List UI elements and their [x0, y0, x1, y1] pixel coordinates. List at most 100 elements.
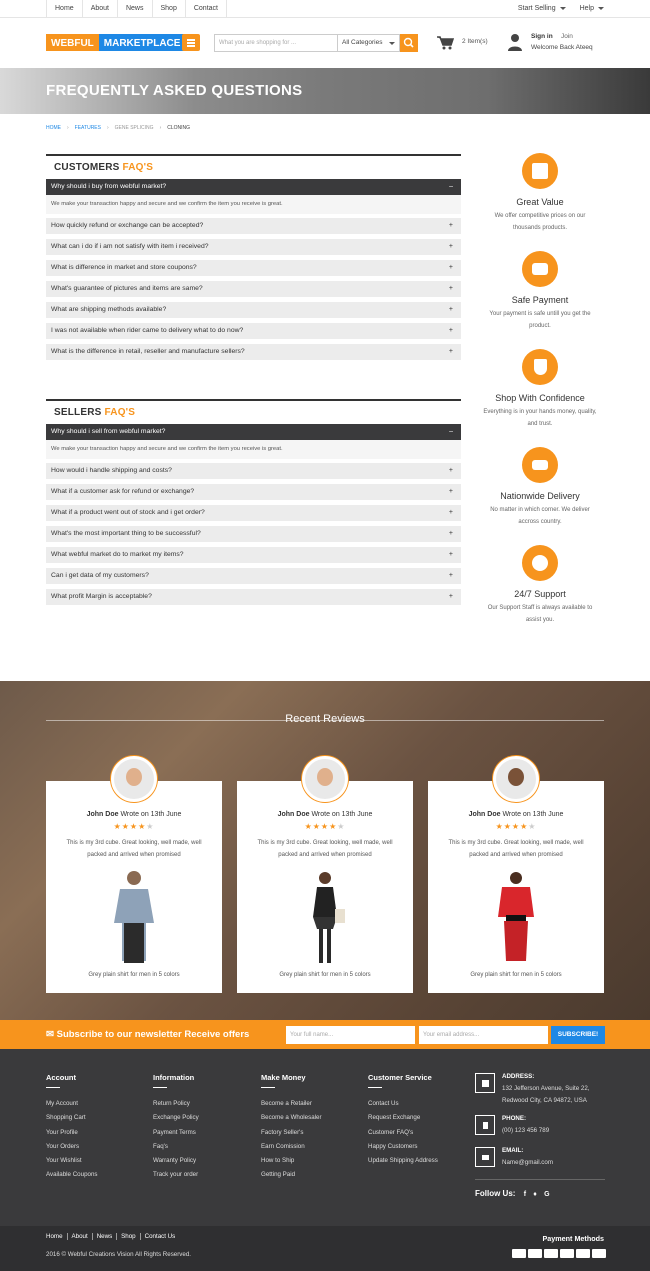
- welcome-text: Welcome Back Ateeq: [531, 44, 593, 51]
- footer-link[interactable]: How to Ship: [261, 1154, 322, 1168]
- footer-link[interactable]: My Account: [46, 1097, 98, 1111]
- topnav-about[interactable]: About: [83, 0, 118, 18]
- review-author: John Doe Wrote on 13th June: [46, 811, 222, 818]
- faq-question[interactable]: What's guarantee of pictures and items a…: [46, 281, 461, 297]
- faq-question[interactable]: What if a customer ask for refund or exc…: [46, 484, 461, 500]
- faq-answer: We make your transaction happy and secur…: [46, 440, 461, 459]
- faq-question-text: What profit Margin is acceptable?: [51, 593, 152, 600]
- category-select[interactable]: All Categories: [338, 34, 400, 52]
- chevron-down-icon: [559, 6, 566, 10]
- footer-link[interactable]: Become a Wholesaler: [261, 1111, 322, 1125]
- review-text: This is my 3rd cube. Great looking, well…: [257, 840, 393, 858]
- footer-link[interactable]: Getting Paid: [261, 1168, 322, 1182]
- bottom-nav-contact[interactable]: Contact Us: [141, 1233, 180, 1240]
- phone-icon: [475, 1115, 495, 1135]
- email-label: EMAIL:: [502, 1147, 524, 1154]
- bottom-nav-shop[interactable]: Shop: [117, 1233, 141, 1240]
- faq-question[interactable]: What webful market do to market my items…: [46, 547, 461, 563]
- sellers-faq-accent: FAQ'S: [104, 407, 136, 418]
- breadcrumb-features[interactable]: FEATURES: [75, 125, 101, 131]
- faq-question[interactable]: What profit Margin is acceptable? +: [46, 589, 461, 605]
- footer-link[interactable]: Faq's: [153, 1140, 199, 1154]
- footer-link[interactable]: Your Profile: [46, 1126, 98, 1140]
- breadcrumb-home[interactable]: HOME: [46, 125, 61, 131]
- bottom-nav-about[interactable]: About: [68, 1233, 93, 1240]
- faq-question[interactable]: Can i get data of my customers? +: [46, 568, 461, 584]
- name-input[interactable]: Your full name...: [286, 1026, 415, 1044]
- twitter-icon[interactable]: ♦: [533, 1191, 537, 1198]
- faq-question[interactable]: What are shipping methods available? +: [46, 302, 461, 318]
- faq-question[interactable]: What if a product went out of stock and …: [46, 505, 461, 521]
- logo[interactable]: WEBFUL MARKETPLACE: [46, 34, 186, 51]
- topnav-shop[interactable]: Shop: [153, 0, 186, 18]
- review-date: Wrote on 13th June: [311, 811, 373, 818]
- faq-question-active[interactable]: Why should i sell from webful market? –: [46, 424, 461, 440]
- footer-link[interactable]: Earn Comission: [261, 1140, 322, 1154]
- review-card: John Doe Wrote on 13th June ★★★★★ This i…: [237, 756, 413, 993]
- faq-question-text: What webful market do to market my items…: [51, 551, 184, 558]
- follow-label: Follow Us:: [475, 1189, 516, 1198]
- topnav-home[interactable]: Home: [46, 0, 83, 18]
- faq-question-text: How would i handle shipping and costs?: [51, 467, 172, 474]
- sign-in-link[interactable]: Sign in: [531, 33, 553, 40]
- help-dropdown[interactable]: Help: [580, 0, 604, 18]
- visa-icon: [528, 1249, 542, 1258]
- copyright: 2016 © Webful Creations Vision All Right…: [46, 1251, 191, 1258]
- maestro-icon: [560, 1249, 574, 1258]
- customers-faq: CUSTOMERS FAQ'S Why should i buy from we…: [46, 154, 461, 365]
- footer-link[interactable]: Request Exchange: [368, 1111, 438, 1125]
- product-image: [313, 872, 345, 963]
- footer-link[interactable]: Return Policy: [153, 1097, 199, 1111]
- footer-heading: Make Money: [261, 1073, 306, 1082]
- faq-question[interactable]: What's the most important thing to be su…: [46, 526, 461, 542]
- email-value[interactable]: Name@gmail.com: [502, 1157, 553, 1169]
- faq-question[interactable]: What is the difference in retail, resell…: [46, 344, 461, 360]
- search-button[interactable]: [400, 34, 418, 52]
- footer-link[interactable]: Contact Us: [368, 1097, 438, 1111]
- footer-link[interactable]: Shopping Cart: [46, 1111, 98, 1125]
- feature-title: Nationwide Delivery: [500, 491, 580, 501]
- feature-title: Great Value: [516, 197, 564, 207]
- facebook-icon[interactable]: f: [524, 1191, 526, 1198]
- breadcrumb-gene-splicing[interactable]: GENE SPLICING: [115, 125, 154, 131]
- google-plus-icon[interactable]: G: [544, 1191, 549, 1198]
- footer-link[interactable]: Your Wishlist: [46, 1154, 98, 1168]
- footer-link[interactable]: Exchange Policy: [153, 1111, 199, 1125]
- subscribe-button[interactable]: SUBSCRIBE!: [551, 1026, 605, 1044]
- footer-link[interactable]: Customer FAQ's: [368, 1126, 438, 1140]
- faq-answer: We make your transaction happy and secur…: [46, 195, 461, 214]
- faq-question[interactable]: I was not available when rider came to d…: [46, 323, 461, 339]
- bottom-nav-home[interactable]: Home: [46, 1233, 68, 1240]
- faq-question[interactable]: How quickly refund or exchange can be ac…: [46, 218, 461, 234]
- faq-question-active[interactable]: Why should i buy from webful market? –: [46, 179, 461, 195]
- review-name: John Doe: [468, 811, 501, 818]
- menu-button[interactable]: [182, 34, 200, 51]
- topnav-news[interactable]: News: [118, 0, 153, 18]
- footer-link[interactable]: Your Orders: [46, 1140, 98, 1154]
- start-selling-dropdown[interactable]: Start Selling: [518, 0, 566, 18]
- faq-question-text: What is the difference in retail, resell…: [51, 348, 245, 355]
- divider: [46, 720, 604, 721]
- footer-link[interactable]: Update Shipping Address: [368, 1154, 438, 1168]
- email-input[interactable]: Your email address...: [419, 1026, 548, 1044]
- review-author: John Doe Wrote on 13th June: [428, 811, 604, 818]
- footer-link[interactable]: Happy Customers: [368, 1140, 438, 1154]
- faq-question[interactable]: How would i handle shipping and costs? +: [46, 463, 461, 479]
- footer-link[interactable]: Factory Seller's: [261, 1126, 322, 1140]
- footer-link[interactable]: Payment Terms: [153, 1126, 199, 1140]
- plus-icon: +: [448, 348, 453, 355]
- faq-question[interactable]: What can i do if i am not satisfy with i…: [46, 239, 461, 255]
- footer-link[interactable]: Available Coupons: [46, 1168, 98, 1182]
- join-link[interactable]: Join: [561, 33, 573, 40]
- footer-link[interactable]: Track your order: [153, 1168, 199, 1182]
- footer-link[interactable]: Warranty Policy: [153, 1154, 199, 1168]
- bottom-nav-news[interactable]: News: [93, 1233, 118, 1240]
- search-input[interactable]: What you are shopping for ...: [214, 34, 338, 52]
- topnav-contact[interactable]: Contact: [186, 0, 227, 18]
- faq-question-text: I was not available when rider came to d…: [51, 327, 244, 334]
- faq-question[interactable]: What is difference in market and store c…: [46, 260, 461, 276]
- footer-link[interactable]: Become a Retailer: [261, 1097, 322, 1111]
- feature-desc: Everything is in your hands money, quali…: [483, 409, 597, 427]
- plus-icon: +: [448, 488, 453, 495]
- product-caption: Grey plain shirt for men in 5 colors: [470, 972, 562, 978]
